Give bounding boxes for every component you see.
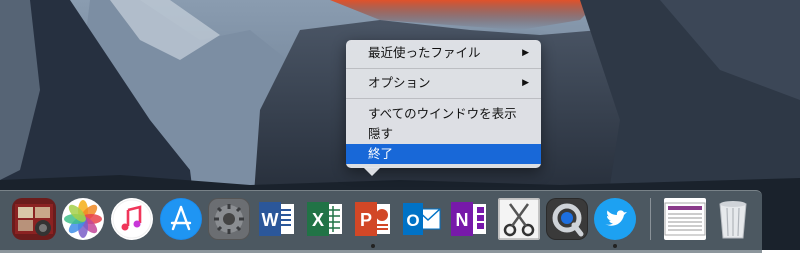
running-indicator xyxy=(613,244,617,248)
onenote-letter: N xyxy=(456,210,469,230)
powerpoint-letter: P xyxy=(360,210,372,230)
microsoft-excel-icon[interactable]: X xyxy=(304,198,346,240)
microsoft-onenote-icon[interactable]: N xyxy=(448,198,490,240)
menu-item-recent-files[interactable]: 最近使ったファイル ▶ xyxy=(346,43,541,63)
twitter-icon[interactable] xyxy=(594,198,636,240)
photo-booth-icon[interactable] xyxy=(12,198,56,240)
menu-item-hide[interactable]: 隠す xyxy=(346,124,541,144)
quicktime-icon[interactable] xyxy=(546,198,588,240)
microsoft-outlook-icon[interactable]: O xyxy=(400,198,442,240)
dock-separator xyxy=(650,198,651,240)
microsoft-powerpoint-icon[interactable]: P xyxy=(352,198,394,240)
submenu-arrow-icon: ▶ xyxy=(522,78,529,88)
submenu-arrow-icon: ▶ xyxy=(522,48,529,58)
microsoft-word-icon[interactable]: W xyxy=(256,198,298,240)
menu-separator xyxy=(346,98,541,99)
menu-separator xyxy=(346,68,541,69)
dock-context-menu: 最近使ったファイル ▶ オプション ▶ すべてのウインドウを表示 隠す 終了 xyxy=(346,40,541,168)
menu-item-options-label: オプション xyxy=(368,75,431,90)
menu-item-show-all-windows[interactable]: すべてのウインドウを表示 xyxy=(346,104,541,124)
menu-item-options[interactable]: オプション ▶ xyxy=(346,73,541,93)
menu-pointer xyxy=(363,167,381,176)
system-preferences-icon[interactable] xyxy=(208,198,250,240)
scissors-icon[interactable] xyxy=(498,198,540,240)
document-preview-icon[interactable] xyxy=(664,198,706,240)
word-letter: W xyxy=(262,210,279,230)
running-indicator xyxy=(371,244,375,248)
excel-letter: X xyxy=(312,210,324,230)
menu-item-quit[interactable]: 終了 xyxy=(346,144,541,164)
menu-item-show-all-windows-label: すべてのウインドウを表示 xyxy=(368,106,517,121)
outlook-letter: O xyxy=(406,211,419,230)
menu-item-hide-label: 隠す xyxy=(368,126,394,141)
menu-item-recent-files-label: 最近使ったファイル xyxy=(368,45,481,60)
itunes-icon[interactable] xyxy=(111,198,153,240)
app-store-icon[interactable] xyxy=(160,198,202,240)
trash-icon[interactable] xyxy=(712,198,754,240)
photos-icon[interactable] xyxy=(62,198,104,240)
menu-item-quit-label: 終了 xyxy=(368,146,394,161)
